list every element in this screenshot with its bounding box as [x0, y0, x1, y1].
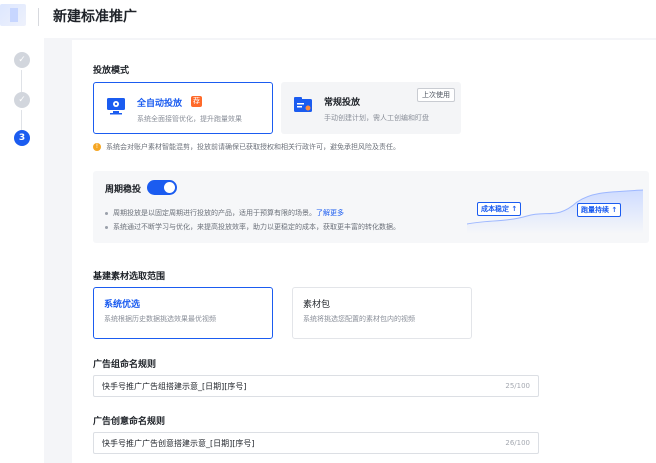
ad-creative-naming-label: 广告创意命名规则 [93, 417, 166, 427]
delivery-mode-title: 投放模式 [93, 66, 130, 76]
bullet-text: 系统通过不断学习与优化，来提高投放效率，助力以更稳定的成本，获取更丰富的转化数据… [113, 223, 400, 231]
material-option-package[interactable]: 素材包 系统将挑选您配置的素材包内的视频 [292, 287, 472, 339]
material-title: 系统优选 [104, 300, 141, 310]
step-connector [21, 70, 22, 92]
app-logo [0, 4, 26, 26]
cycle-stable-panel: 周期稳投 周期投放是以固定周期进行投放的产品，适用于预算有限的场景。了解更多 系… [93, 171, 649, 243]
top-bar: 新建标准推广 [0, 0, 656, 38]
material-desc: 系统将挑选您配置的素材包内的视频 [303, 315, 415, 323]
cycle-stable-toggle[interactable] [147, 180, 177, 195]
material-desc: 系统根据历史数据挑选效果最优视频 [104, 315, 216, 323]
page-title: 新建标准推广 [53, 9, 137, 25]
notice-text: 系统会对账户素材智能混剪，投放前请确保已获取授权和相关行政许可，避免承担风险及责… [106, 143, 400, 151]
ad-group-naming-label: 广告组命名规则 [93, 360, 157, 370]
last-used-tag: 上次使用 [417, 88, 455, 102]
step-1-done[interactable]: ✓ [14, 52, 30, 68]
step-connector [21, 110, 22, 130]
mode-desc: 手动创建计划，需人工创编和盯盘 [324, 114, 429, 122]
mode-title: 全自动投放 [137, 99, 183, 109]
mode-option-auto[interactable]: 全自动投放 荐 系统全面接管优化，提升跑量效果 [93, 82, 273, 134]
volume-continue-tag: 跑量持续 ↑ [577, 203, 622, 217]
bullet-text: 周期投放是以固定周期进行投放的产品，适用于预算有限的场景。 [113, 209, 316, 217]
field-value: 快手号推广广告创意搭建示意_[日期][序号] [102, 439, 255, 448]
material-range-title: 基建素材选取范围 [93, 272, 166, 282]
stable-trend-illustration: 成本稳定 ↑ 跑量持续 ↑ [466, 180, 644, 234]
field-value: 快手号推广广告组搭建示意_[日期][序号] [102, 382, 247, 391]
step-number: 3 [18, 133, 26, 143]
mode-title: 常规投放 [324, 98, 361, 108]
authorization-notice: ! 系统会对账户素材智能混剪，投放前请确保已获取授权和相关行政许可，避免承担风险及… [93, 142, 400, 152]
material-option-system[interactable]: 系统优选 系统根据历史数据挑选效果最优视频 [93, 287, 273, 339]
step-sidebar: ✓ ✓ 3 [0, 38, 44, 463]
step-3-current[interactable]: 3 [14, 130, 30, 146]
info-icon: ! [93, 143, 101, 151]
monitor-auto-icon [107, 98, 125, 115]
step-2-done[interactable]: ✓ [14, 92, 30, 108]
char-count: 25/100 [505, 382, 530, 390]
cycle-bullet-2: 系统通过不断学习与优化，来提高投放效率，助力以更稳定的成本，获取更丰富的转化数据… [105, 222, 400, 232]
char-count: 26/100 [505, 439, 530, 447]
cycle-stable-label: 周期稳投 [105, 185, 142, 195]
header-divider [38, 8, 39, 26]
recommend-badge: 荐 [191, 96, 202, 107]
cost-stable-tag: 成本稳定 ↑ [477, 202, 522, 216]
mode-desc: 系统全面接管优化，提升跑量效果 [137, 115, 242, 123]
ad-creative-naming-input[interactable]: 快手号推广广告创意搭建示意_[日期][序号] 26/100 [93, 432, 539, 454]
check-icon: ✓ [18, 95, 26, 105]
mode-option-manual[interactable]: 常规投放 上次使用 手动创建计划，需人工创编和盯盘 [281, 82, 461, 134]
cycle-bullet-1: 周期投放是以固定周期进行投放的产品，适用于预算有限的场景。了解更多 [105, 208, 344, 218]
learn-more-link[interactable]: 了解更多 [316, 209, 344, 217]
toggle-knob [164, 182, 175, 193]
ad-group-naming-input[interactable]: 快手号推广广告组搭建示意_[日期][序号] 25/100 [93, 375, 539, 397]
manual-folder-icon [294, 97, 312, 112]
material-title: 素材包 [303, 300, 331, 310]
check-icon: ✓ [18, 55, 26, 65]
